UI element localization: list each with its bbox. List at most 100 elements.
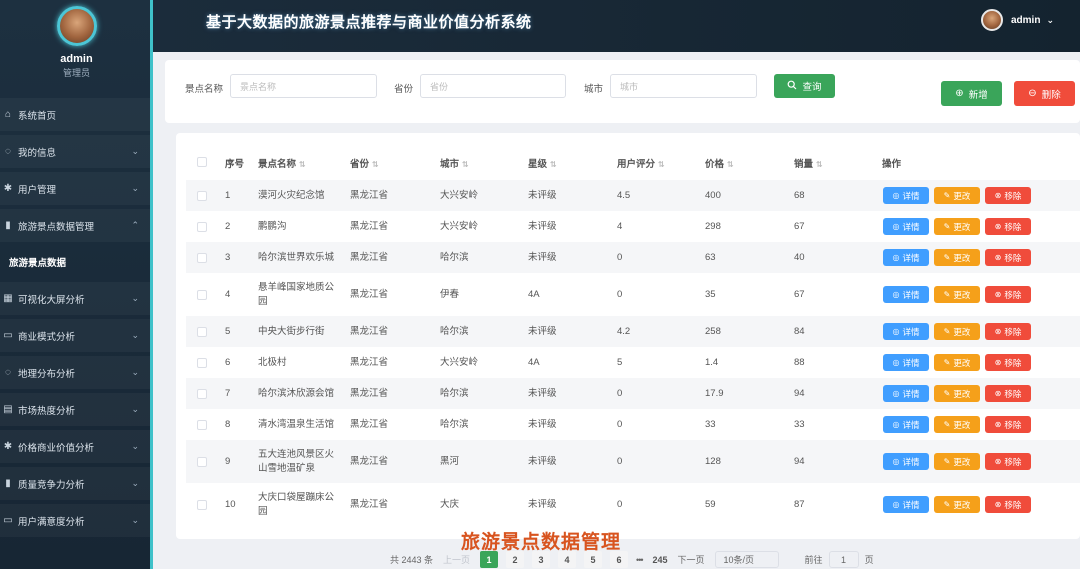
edit-button[interactable]: ✎ 更改 — [934, 249, 980, 266]
sidebar-item[interactable]: ✱ 价格商业价值分析 ⌄ — [0, 430, 153, 463]
header-star[interactable]: 星级 ⇅ — [528, 156, 557, 170]
next-page-button[interactable]: 下一页 — [678, 553, 705, 566]
sidebar-subitem-attraction-data[interactable]: 旅游景点数据 — [0, 246, 153, 278]
edit-button[interactable]: ✎ 更改 — [934, 453, 980, 470]
remove-button[interactable]: ⊗ 移除 — [985, 416, 1031, 433]
user-menu[interactable]: admin ⌄ — [981, 9, 1054, 31]
sidebar-item[interactable]: ◌ 我的信息 ⌄ — [0, 135, 153, 168]
sort-icon[interactable]: ⇅ — [727, 160, 734, 169]
sidebar-item[interactable]: ▭ 用户满意度分析 ⌄ — [0, 504, 153, 537]
table-row[interactable]: 1 漠河火灾纪念馆 黑龙江省 大兴安岭 未评级 4.5 400 68 ◎ 详情 ✎ 更改 ⊗ 移除 — [186, 180, 1080, 211]
goto-page-input[interactable]: 1 — [828, 551, 859, 568]
remove-button[interactable]: ⊗ 移除 — [985, 323, 1031, 340]
row-checkbox[interactable] — [197, 252, 207, 263]
detail-button[interactable]: ◎ 详情 — [883, 385, 929, 402]
sort-icon[interactable]: ⇅ — [462, 160, 469, 169]
edit-button[interactable]: ✎ 更改 — [934, 385, 980, 402]
header-province[interactable]: 省份 ⇅ — [350, 156, 379, 170]
row-checkbox[interactable] — [197, 456, 207, 467]
query-label: 查询 — [802, 82, 822, 93]
row-checkbox[interactable] — [197, 499, 207, 510]
cell-sales: 94 — [794, 455, 805, 467]
header-price[interactable]: 价格 ⇅ — [705, 156, 734, 170]
edit-button[interactable]: ✎ 更改 — [934, 354, 980, 371]
remove-button[interactable]: ⊗ 移除 — [985, 354, 1031, 371]
detail-button[interactable]: ◎ 详情 — [883, 187, 929, 204]
sidebar-item[interactable]: ◌ 地理分布分析 ⌄ — [0, 356, 153, 389]
remove-label: 移除 — [1004, 456, 1022, 467]
table-row[interactable]: 3 哈尔滨世界欢乐城 黑龙江省 哈尔滨 未评级 0 63 40 ◎ 详情 ✎ 更改 ⊗ 移除 — [186, 242, 1080, 273]
cell-index: 7 — [225, 387, 231, 399]
sort-icon[interactable]: ⇅ — [550, 160, 557, 169]
sort-icon[interactable]: ⇅ — [299, 160, 306, 169]
detail-button[interactable]: ◎ 详情 — [883, 249, 929, 266]
sidebar-item[interactable]: ▮ 旅游景点数据管理 ⌃ — [0, 209, 153, 242]
province-input[interactable]: 省份 — [420, 74, 566, 98]
chevron-down-icon[interactable]: ⌄ — [1046, 15, 1054, 26]
row-checkbox[interactable] — [197, 190, 207, 201]
sort-icon[interactable]: ⇅ — [372, 160, 379, 169]
header-city[interactable]: 城市 ⇅ — [440, 156, 469, 170]
row-checkbox[interactable] — [197, 357, 207, 368]
sidebar-item-label: 旅游景点数据管理 — [18, 221, 95, 233]
table-row[interactable]: 10 大庆口袋屋蹦床公园 黑龙江省 大庆 未评级 0 59 87 ◎ 详情 ✎ 更改 ⊗ 移除 — [186, 483, 1080, 526]
edit-button[interactable]: ✎ 更改 — [934, 286, 980, 303]
row-checkbox[interactable] — [197, 221, 207, 232]
header-rating[interactable]: 用户评分 ⇅ — [617, 156, 665, 170]
city-input[interactable]: 城市 — [610, 74, 757, 98]
last-page-button[interactable]: 245 — [653, 555, 668, 565]
prev-page-button[interactable]: 上一页 — [443, 553, 470, 566]
row-checkbox[interactable] — [197, 419, 207, 430]
remove-button[interactable]: ⊗ 移除 — [985, 496, 1031, 513]
select-all-checkbox[interactable] — [197, 157, 207, 167]
row-checkbox[interactable] — [197, 289, 207, 300]
page-ellipsis[interactable]: ••• — [636, 555, 644, 565]
edit-button[interactable]: ✎ 更改 — [934, 323, 980, 340]
detail-button[interactable]: ◎ 详情 — [883, 323, 929, 340]
remove-button[interactable]: ⊗ 移除 — [985, 385, 1031, 402]
sidebar-item[interactable]: ▤ 市场热度分析 ⌄ — [0, 393, 153, 426]
name-input[interactable]: 景点名称 — [230, 74, 377, 98]
sort-icon[interactable]: ⇅ — [816, 160, 823, 169]
detail-button[interactable]: ◎ 详情 — [883, 286, 929, 303]
table-row[interactable]: 4 悬羊峰国家地质公园 黑龙江省 伊春 4A 0 35 67 ◎ 详情 ✎ 更改 ⊗ 移除 — [186, 273, 1080, 316]
remove-button[interactable]: ⊗ 移除 — [985, 286, 1031, 303]
sort-icon[interactable]: ⇅ — [658, 160, 665, 169]
user-name[interactable]: admin — [1011, 15, 1040, 26]
table-row[interactable]: 6 北极村 黑龙江省 大兴安岭 4A 5 1.4 88 ◎ 详情 ✎ 更改 ⊗ 移除 — [186, 347, 1080, 378]
avatar[interactable] — [56, 6, 97, 46]
remove-button[interactable]: ⊗ 移除 — [985, 218, 1031, 235]
delete-button[interactable]: ⊖ 删除 — [1014, 81, 1075, 106]
detail-button[interactable]: ◎ 详情 — [883, 354, 929, 371]
sidebar-item[interactable]: ▭ 商业模式分析 ⌄ — [0, 319, 153, 352]
row-checkbox[interactable] — [197, 326, 207, 337]
table-row[interactable]: 8 清水湾温泉生活馆 黑龙江省 哈尔滨 未评级 0 33 33 ◎ 详情 ✎ 更改 ⊗ 移除 — [186, 409, 1080, 440]
sidebar-divider — [150, 0, 153, 569]
edit-button[interactable]: ✎ 更改 — [934, 218, 980, 235]
sidebar-item[interactable]: ✱ 用户管理 ⌄ — [0, 172, 153, 205]
edit-button[interactable]: ✎ 更改 — [934, 187, 980, 204]
user-avatar[interactable] — [981, 9, 1003, 31]
table-row[interactable]: 2 鹏鹏沟 黑龙江省 大兴安岭 未评级 4 298 67 ◎ 详情 ✎ 更改 ⊗ 移除 — [186, 211, 1080, 242]
table-row[interactable]: 5 中央大街步行街 黑龙江省 哈尔滨 未评级 4.2 258 84 ◎ 详情 ✎ 更改 ⊗ 移除 — [186, 316, 1080, 347]
detail-button[interactable]: ◎ 详情 — [883, 453, 929, 470]
edit-button[interactable]: ✎ 更改 — [934, 416, 980, 433]
sidebar-item[interactable]: ▦ 可视化大屏分析 ⌄ — [0, 282, 153, 315]
detail-button[interactable]: ◎ 详情 — [883, 496, 929, 513]
page-size-select[interactable]: 10条/页 — [714, 551, 779, 568]
row-checkbox[interactable] — [197, 388, 207, 399]
remove-button[interactable]: ⊗ 移除 — [985, 249, 1031, 266]
table-row[interactable]: 9 五大连池风景区火山雪地温矿泉 黑龙江省 黑河 未评级 0 128 94 ◎ 详情 ✎ 更改 ⊗ 移除 — [186, 440, 1080, 483]
remove-button[interactable]: ⊗ 移除 — [985, 453, 1031, 470]
add-button[interactable]: ⊕ 新增 — [941, 81, 1002, 106]
detail-button[interactable]: ◎ 详情 — [883, 416, 929, 433]
edit-button[interactable]: ✎ 更改 — [934, 496, 980, 513]
table-row[interactable]: 7 哈尔滨沐欣源会馆 黑龙江省 哈尔滨 未评级 0 17.9 94 ◎ 详情 ✎ 更改 ⊗ 移除 — [186, 378, 1080, 409]
sidebar-item[interactable]: ▮ 质量竞争力分析 ⌄ — [0, 467, 153, 500]
detail-button[interactable]: ◎ 详情 — [883, 218, 929, 235]
header-name[interactable]: 景点名称 ⇅ — [258, 156, 306, 170]
query-button[interactable]: 查询 — [774, 74, 835, 98]
header-sales[interactable]: 销量 ⇅ — [794, 156, 823, 170]
sidebar-item[interactable]: ⌂ 系统首页 — [0, 98, 153, 131]
remove-button[interactable]: ⊗ 移除 — [985, 187, 1031, 204]
